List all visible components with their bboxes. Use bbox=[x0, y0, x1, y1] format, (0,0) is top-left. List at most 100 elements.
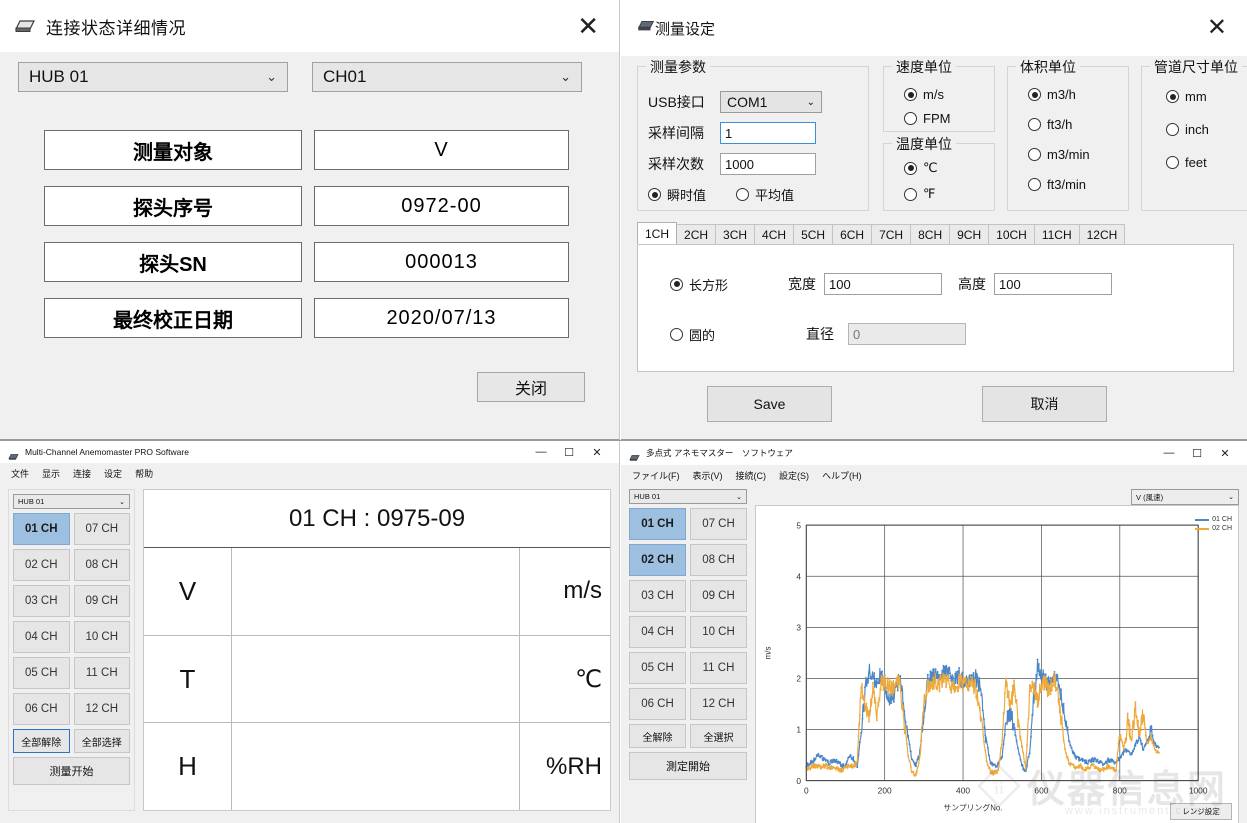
channel-button-11[interactable]: 11 CH bbox=[690, 652, 747, 684]
hub-select[interactable]: HUB 01 ⌄ bbox=[13, 494, 130, 509]
panel-header: 01 CH : 0975-09 bbox=[144, 490, 610, 548]
radio-dot-icon bbox=[670, 277, 683, 291]
radio-shape-circle[interactable]: 圆的 bbox=[670, 325, 788, 344]
page-title: 连接状态详细情况 bbox=[46, 18, 186, 38]
start-measurement-button[interactable]: 測定開始 bbox=[629, 752, 747, 780]
channel-select[interactable]: CH01 ⌄ bbox=[312, 62, 582, 92]
sample-count-input[interactable]: 1000 bbox=[720, 153, 816, 175]
select-all-button[interactable]: 全選択 bbox=[690, 724, 747, 748]
tab-1ch[interactable]: 1CH bbox=[637, 222, 678, 244]
deselect-all-button[interactable]: 全解除 bbox=[629, 724, 686, 748]
channel-button-04[interactable]: 04 CH bbox=[629, 616, 686, 648]
tab-6ch[interactable]: 6CH bbox=[832, 224, 873, 244]
menu-display[interactable]: 表示(V) bbox=[693, 469, 723, 482]
menu-display[interactable]: 显示 bbox=[42, 467, 60, 480]
save-button[interactable]: Save bbox=[707, 386, 832, 422]
tab-7ch[interactable]: 7CH bbox=[871, 224, 912, 244]
radio-duct-feet[interactable]: feet bbox=[1166, 155, 1209, 170]
channel-button-08[interactable]: 08 CH bbox=[73, 549, 130, 581]
hub-select[interactable]: HUB 01 ⌄ bbox=[629, 489, 747, 504]
tab-2ch[interactable]: 2CH bbox=[676, 224, 717, 244]
radio-speed-ms[interactable]: m/s bbox=[904, 87, 950, 102]
radio-dot-icon bbox=[904, 88, 917, 101]
minimize-icon[interactable]: — bbox=[1155, 442, 1183, 464]
menu-help[interactable]: 帮助 bbox=[135, 467, 153, 480]
tab-8ch[interactable]: 8CH bbox=[910, 224, 951, 244]
svg-text:0: 0 bbox=[796, 776, 801, 786]
channel-button-01[interactable]: 01 CH bbox=[629, 508, 686, 540]
tab-12ch[interactable]: 12CH bbox=[1078, 224, 1126, 244]
channel-button-02[interactable]: 02 CH bbox=[13, 549, 70, 581]
radio-volume-ft3min[interactable]: ft3/min bbox=[1028, 177, 1090, 192]
cancel-button[interactable]: 取消 bbox=[982, 386, 1107, 422]
menu-settings[interactable]: 设定 bbox=[104, 467, 122, 480]
width-input[interactable]: 100 bbox=[824, 273, 942, 295]
channel-button-10[interactable]: 10 CH bbox=[73, 621, 130, 653]
close-icon[interactable]: ✕ bbox=[571, 13, 605, 39]
select-all-button[interactable]: 全部选择 bbox=[73, 729, 130, 753]
menu-settings[interactable]: 設定(S) bbox=[779, 469, 809, 482]
close-icon[interactable]: ✕ bbox=[1211, 442, 1239, 464]
channel-button-03[interactable]: 03 CH bbox=[13, 585, 70, 617]
reading-table: V m/s T ℃ H %RH bbox=[144, 548, 610, 811]
radio-dot-icon bbox=[904, 161, 917, 175]
channel-button-09[interactable]: 09 CH bbox=[73, 585, 130, 617]
tab-10ch[interactable]: 10CH bbox=[988, 224, 1035, 244]
channel-button-11[interactable]: 11 CH bbox=[73, 657, 130, 689]
hub-select[interactable]: HUB 01 ⌄ bbox=[18, 62, 288, 92]
radio-duct-mm[interactable]: mm bbox=[1166, 89, 1209, 104]
tab-4ch[interactable]: 4CH bbox=[754, 224, 795, 244]
maximize-icon[interactable]: ☐ bbox=[555, 441, 583, 463]
radio-duct-inch[interactable]: inch bbox=[1166, 122, 1209, 137]
menu-help[interactable]: ヘルプ(H) bbox=[822, 469, 862, 482]
deselect-all-button[interactable]: 全部解除 bbox=[13, 729, 70, 753]
radio-volume-m3h[interactable]: m3/h bbox=[1028, 87, 1090, 102]
close-button[interactable]: 关闭 bbox=[477, 372, 585, 402]
tab-11ch[interactable]: 11CH bbox=[1033, 224, 1080, 244]
menu-file[interactable]: ファイル(F) bbox=[632, 469, 680, 482]
channel-button-04[interactable]: 04 CH bbox=[13, 621, 70, 653]
maximize-icon[interactable]: ☐ bbox=[1183, 442, 1211, 464]
diameter-input[interactable]: 0 bbox=[848, 323, 966, 345]
channel-button-05[interactable]: 05 CH bbox=[13, 657, 70, 689]
menu-connect[interactable]: 接続(C) bbox=[736, 469, 767, 482]
channel-button-03[interactable]: 03 CH bbox=[629, 580, 686, 612]
channel-button-02[interactable]: 02 CH bbox=[629, 544, 686, 576]
tab-3ch[interactable]: 3CH bbox=[715, 224, 756, 244]
radio-instant-value[interactable]: 瞬时值 bbox=[648, 185, 706, 204]
br-chart-area: V (風速) ⌄ 0 1 2 3 4 5 0 200 400 600 800 1000 サンプリングNo… bbox=[755, 489, 1239, 823]
usb-port-select[interactable]: COM1 ⌄ bbox=[720, 91, 822, 113]
channel-button-06[interactable]: 06 CH bbox=[629, 688, 686, 720]
table-row: 探头序号 0972-00 bbox=[44, 186, 601, 226]
radio-volume-ft3h[interactable]: ft3/h bbox=[1028, 117, 1090, 132]
channel-button-05[interactable]: 05 CH bbox=[629, 652, 686, 684]
channel-button-09[interactable]: 09 CH bbox=[690, 580, 747, 612]
start-measurement-button[interactable]: 测量开始 bbox=[13, 757, 130, 785]
radio-average-value[interactable]: 平均值 bbox=[736, 185, 794, 204]
sample-interval-input[interactable]: 1 bbox=[720, 122, 816, 144]
radio-temp-celsius[interactable]: ℃ bbox=[904, 160, 938, 176]
channel-button-10[interactable]: 10 CH bbox=[690, 616, 747, 648]
channel-button-01[interactable]: 01 CH bbox=[13, 513, 70, 545]
radio-volume-m3min[interactable]: m3/min bbox=[1028, 147, 1090, 162]
channel-button-08[interactable]: 08 CH bbox=[690, 544, 747, 576]
radio-speed-fpm[interactable]: FPM bbox=[904, 111, 950, 126]
menu-connect[interactable]: 连接 bbox=[73, 467, 91, 480]
radio-temp-fahrenheit[interactable]: ℉ bbox=[904, 186, 938, 202]
br-chart-toolbar: V (風速) ⌄ bbox=[755, 489, 1239, 505]
minimize-icon[interactable]: — bbox=[527, 441, 555, 463]
channel-button-07[interactable]: 07 CH bbox=[690, 508, 747, 540]
menu-file[interactable]: 文件 bbox=[11, 467, 29, 480]
channel-button-12[interactable]: 12 CH bbox=[690, 688, 747, 720]
radio-shape-rectangle[interactable]: 长方形 bbox=[670, 275, 788, 294]
close-icon[interactable]: ✕ bbox=[1203, 16, 1231, 40]
tab-9ch[interactable]: 9CH bbox=[949, 224, 990, 244]
value-type-select[interactable]: V (風速) ⌄ bbox=[1131, 489, 1239, 505]
close-icon[interactable]: ✕ bbox=[583, 441, 611, 463]
group-legend: 体积单位 bbox=[1016, 57, 1080, 77]
channel-button-06[interactable]: 06 CH bbox=[13, 693, 70, 725]
channel-button-12[interactable]: 12 CH bbox=[73, 693, 130, 725]
channel-button-07[interactable]: 07 CH bbox=[73, 513, 130, 545]
tab-5ch[interactable]: 5CH bbox=[793, 224, 834, 244]
height-input[interactable]: 100 bbox=[994, 273, 1112, 295]
